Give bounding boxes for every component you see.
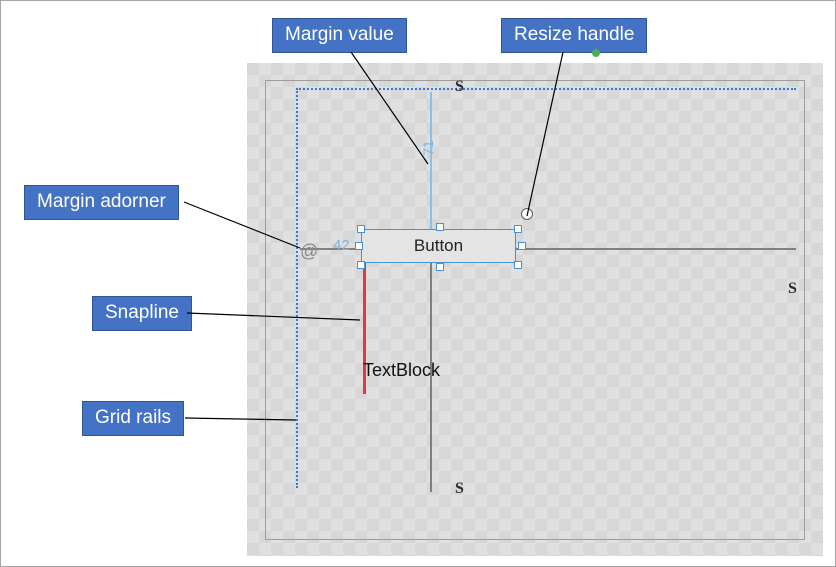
- column-splitter-bottom[interactable]: S: [455, 480, 464, 498]
- grid-rail-horizontal[interactable]: [296, 88, 796, 90]
- grid-rail-vertical[interactable]: [296, 88, 298, 488]
- column-splitter-top[interactable]: S: [455, 78, 464, 96]
- artboard-border: [265, 80, 805, 540]
- margin-value-top: 71: [420, 140, 436, 156]
- resize-handle-w[interactable]: [355, 242, 363, 250]
- resize-handle-n[interactable]: [436, 223, 444, 231]
- callout-snapline: Snapline: [92, 296, 192, 331]
- margin-line-top: [430, 92, 432, 230]
- resize-handle-sw[interactable]: [357, 261, 365, 269]
- row-splitter-right[interactable]: S: [788, 280, 797, 298]
- rotate-handle[interactable]: [521, 208, 533, 220]
- callout-resize-handle: Resize handle: [501, 18, 647, 53]
- designer-textblock[interactable]: TextBlock: [363, 360, 440, 381]
- resize-handle-s[interactable]: [436, 263, 444, 271]
- callout-margin-adorner: Margin adorner: [24, 185, 179, 220]
- resize-handle-se[interactable]: [514, 261, 522, 269]
- margin-adorner-icon[interactable]: @: [300, 241, 318, 262]
- callout-grid-rails: Grid rails: [82, 401, 184, 436]
- margin-value-left: 42: [333, 237, 350, 254]
- resize-handle-e[interactable]: [518, 242, 526, 250]
- callout-margin-value: Margin value: [272, 18, 407, 53]
- designer-button[interactable]: Button: [361, 229, 516, 263]
- resize-handle-nw[interactable]: [357, 225, 365, 233]
- resize-handle-ne[interactable]: [514, 225, 522, 233]
